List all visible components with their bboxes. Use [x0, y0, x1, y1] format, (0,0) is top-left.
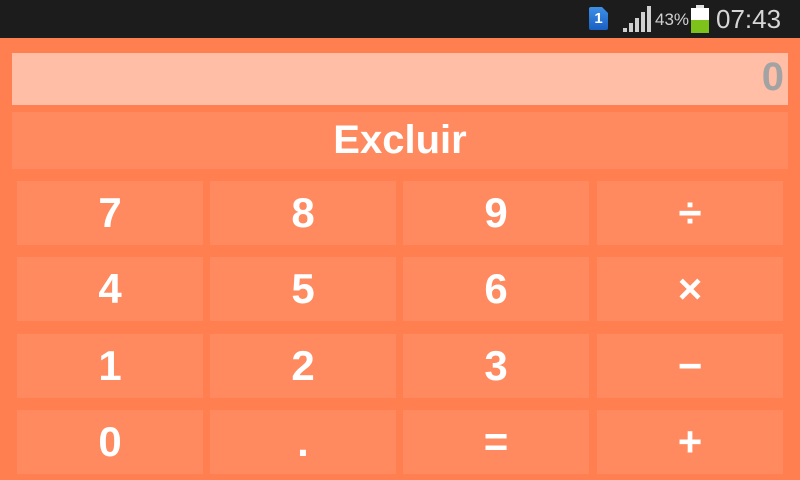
key-multiply[interactable]: ×	[597, 257, 783, 321]
key-8[interactable]: 8	[210, 181, 396, 245]
key-equals[interactable]: =	[403, 410, 589, 474]
calculator-display: 0	[12, 53, 788, 105]
key-divide[interactable]: ÷	[597, 181, 783, 245]
key-9[interactable]: 9	[403, 181, 589, 245]
key-5[interactable]: 5	[210, 257, 396, 321]
key-6[interactable]: 6	[403, 257, 589, 321]
key-decimal[interactable]: .	[210, 410, 396, 474]
clock: 07:43	[716, 4, 782, 34]
status-bar: 1 43% 07:43	[0, 0, 800, 38]
key-subtract[interactable]: −	[597, 334, 783, 398]
battery-percentage: 43%	[655, 10, 690, 29]
key-4[interactable]: 4	[17, 257, 203, 321]
key-add[interactable]: +	[597, 410, 783, 474]
key-2[interactable]: 2	[210, 334, 396, 398]
battery-icon	[691, 5, 709, 33]
notification-icon: 1	[589, 7, 608, 30]
key-7[interactable]: 7	[17, 181, 203, 245]
key-3[interactable]: 3	[403, 334, 589, 398]
key-1[interactable]: 1	[17, 334, 203, 398]
display-value: 0	[761, 55, 784, 99]
notification-badge: 1	[594, 10, 603, 27]
signal-icon	[623, 6, 651, 32]
clear-button[interactable]: Excluir	[12, 112, 788, 169]
key-0[interactable]: 0	[17, 410, 203, 474]
